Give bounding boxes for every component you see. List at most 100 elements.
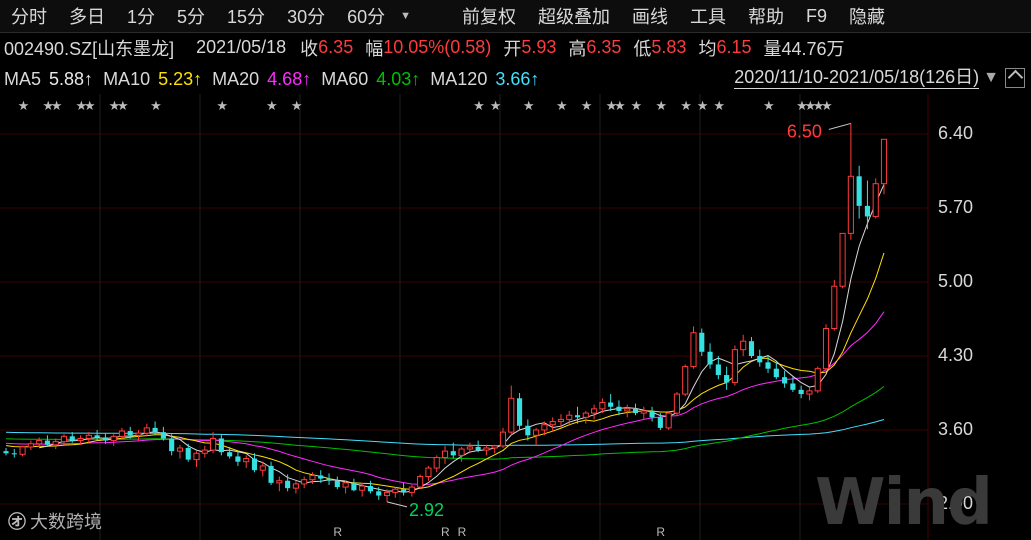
super-overlay-button[interactable]: 超级叠加	[527, 3, 621, 29]
ma20-value: 4.68↑	[267, 68, 312, 89]
candle-body	[533, 429, 540, 436]
f9-button[interactable]: F9	[795, 6, 838, 27]
candle-body	[649, 410, 655, 418]
candle-body	[143, 427, 150, 434]
tab-1min[interactable]: 1分	[116, 3, 166, 29]
ma120-line	[5, 419, 885, 447]
candle-body	[765, 362, 771, 369]
candle-body	[351, 482, 357, 491]
ma20-label: MA20	[212, 68, 260, 89]
star-marker: ★	[614, 98, 626, 113]
candle-body	[872, 183, 879, 217]
candle-body	[525, 425, 531, 436]
candle-body	[127, 431, 133, 436]
tab-15min[interactable]: 15分	[216, 3, 276, 29]
candle-body	[359, 485, 366, 491]
star-marker: ★	[763, 98, 775, 113]
candle-body	[699, 332, 705, 352]
candle-body	[682, 366, 689, 395]
candle-body	[69, 436, 75, 441]
candle-body	[541, 424, 548, 431]
tab-60min[interactable]: 60分	[336, 3, 396, 29]
stock-code: 002490.SZ[山东墨龙]	[4, 38, 175, 59]
candle-body	[574, 415, 581, 418]
tab-30min[interactable]: 30分	[276, 3, 336, 29]
max-pointer	[828, 122, 851, 130]
forward-adjust-button[interactable]: 前复权	[451, 3, 527, 29]
star-marker: ★	[697, 98, 709, 113]
candle-body	[856, 176, 862, 206]
candle-body	[557, 418, 565, 423]
candle-body	[169, 438, 175, 452]
wind-watermark: Wind	[815, 466, 993, 540]
candle-body	[417, 476, 424, 488]
candle-body	[309, 474, 316, 481]
candle-body	[392, 488, 399, 493]
star-marker: ★	[18, 98, 30, 113]
ma60-label: MA60	[321, 68, 369, 89]
candle-body	[102, 437, 108, 441]
candle-body	[549, 421, 556, 426]
candle-body	[218, 438, 224, 453]
candle-body	[85, 434, 92, 439]
candle-body	[11, 453, 17, 455]
low-label: 低	[633, 38, 652, 59]
star-marker: ★	[84, 98, 96, 113]
candle-body	[425, 467, 432, 478]
low-value: 5.83	[651, 37, 687, 57]
star-marker: ★	[490, 98, 502, 113]
period-dropdown-icon[interactable]: ▼	[396, 10, 421, 22]
candle-body	[657, 417, 663, 428]
date-range-selector[interactable]: 2020/11/10-2021/05/18(126日) ▼	[734, 66, 1025, 89]
range-dropdown-icon[interactable]: ▼	[983, 69, 999, 87]
r-marker: R	[458, 525, 467, 539]
avg-value: 6.15	[716, 37, 752, 57]
y-tick-label: 6.40	[938, 123, 974, 143]
star-marker: ★	[655, 98, 667, 113]
candle-body	[376, 491, 382, 496]
candle-body	[52, 441, 59, 446]
candle-body	[782, 377, 788, 384]
open-value: 5.93	[521, 37, 557, 57]
candle-body	[814, 368, 821, 392]
candle-body	[616, 406, 622, 411]
star-marker: ★	[680, 98, 692, 113]
candle-body	[822, 328, 830, 370]
candle-body	[152, 427, 158, 433]
tab-intraday[interactable]: 分时	[0, 3, 58, 29]
period-toolbar: 分时 多日 1分 5分 15分 30分 60分 ▼ 前复权 超级叠加 画线 工具…	[0, 0, 1031, 33]
expand-icon[interactable]	[1005, 67, 1025, 88]
date-range-text[interactable]: 2020/11/10-2021/05/18(126日)	[734, 66, 980, 89]
high-label: 高	[568, 38, 587, 59]
candle-body	[235, 456, 241, 462]
candle-body	[707, 351, 713, 365]
star-marker: ★	[473, 98, 485, 113]
tab-5min[interactable]: 5分	[166, 3, 216, 29]
star-marker: ★	[631, 98, 643, 113]
ma10-label: MA10	[103, 68, 151, 89]
star-marker: ★	[51, 98, 63, 113]
candle-body	[367, 486, 374, 492]
candle-body	[292, 483, 299, 489]
draw-line-button[interactable]: 画线	[621, 3, 679, 29]
hide-button[interactable]: 隐藏	[838, 3, 896, 29]
candle-body	[251, 458, 258, 471]
candle-body	[740, 340, 747, 351]
tools-button[interactable]: 工具	[679, 3, 737, 29]
help-button[interactable]: 帮助	[737, 3, 795, 29]
ma5-line	[38, 184, 885, 493]
star-marker: ★	[581, 98, 593, 113]
candle-body	[582, 412, 589, 418]
tab-multi-day[interactable]: 多日	[58, 3, 116, 29]
candle-body	[243, 458, 250, 463]
candle-body	[36, 440, 43, 445]
ma60-value: 4.03↑	[376, 68, 421, 89]
min-price-label: 2.92	[409, 500, 444, 520]
candle-body	[673, 393, 680, 414]
candle-body	[499, 431, 507, 447]
open-label: 开	[503, 38, 522, 59]
candle-body	[450, 451, 456, 456]
candle-body	[624, 408, 631, 412]
quote-bar: 002490.SZ[山东墨龙] 2021/05/18 收 6.35 幅 10.0…	[0, 33, 1031, 62]
candle-body	[831, 285, 838, 330]
